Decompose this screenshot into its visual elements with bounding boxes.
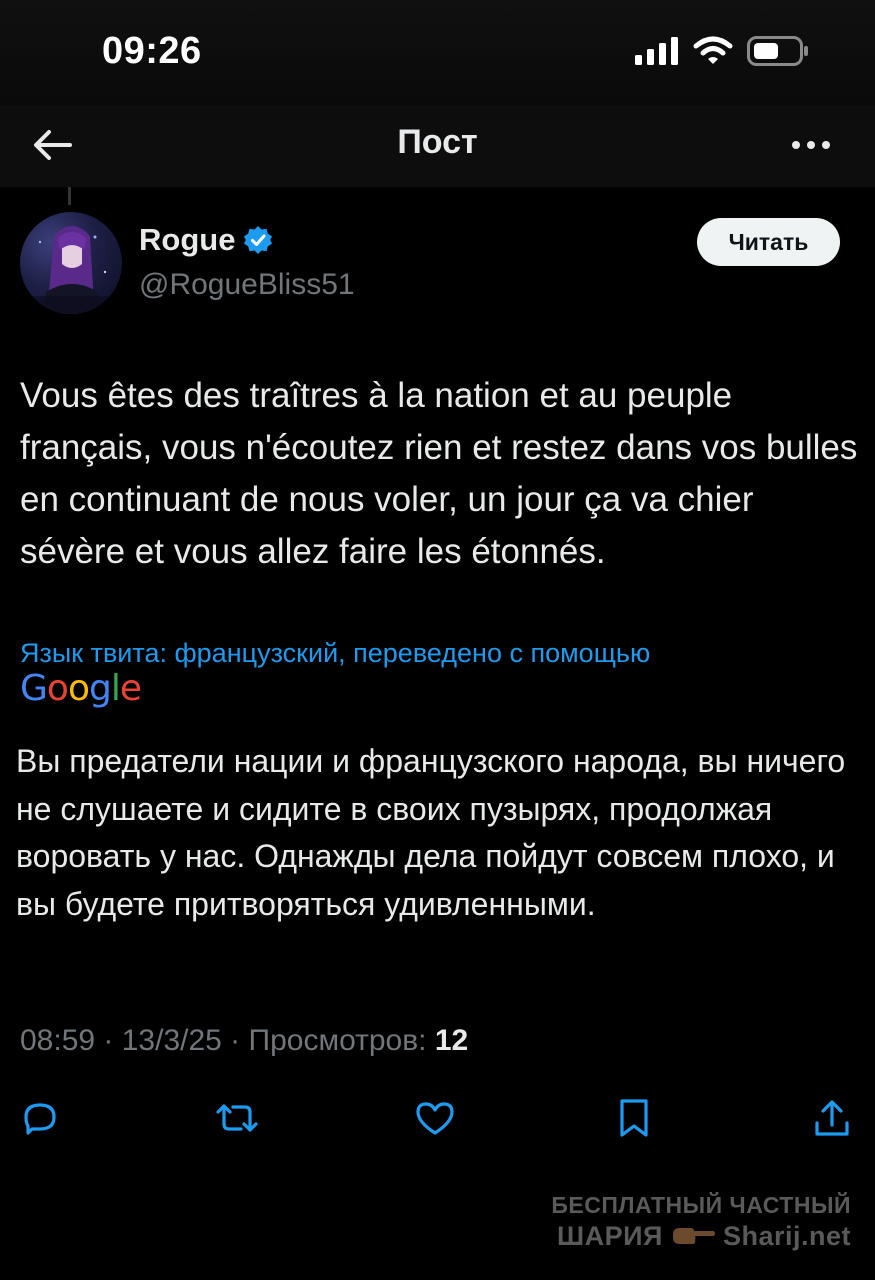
share-icon bbox=[815, 1100, 849, 1136]
like-icon bbox=[416, 1102, 454, 1135]
more-options-button[interactable] bbox=[787, 127, 835, 163]
translation-label[interactable]: Язык твита: французский, переведено с по… bbox=[20, 638, 650, 669]
status-icons bbox=[635, 36, 809, 71]
views-count[interactable]: 12 bbox=[435, 1024, 468, 1057]
google-logo: Google bbox=[20, 668, 142, 709]
translated-text: Вы предатели нации и французского народа… bbox=[16, 743, 846, 922]
wifi-icon bbox=[693, 36, 733, 71]
battery-icon bbox=[747, 36, 809, 71]
signal-icon bbox=[635, 37, 679, 70]
follow-button[interactable]: Читать bbox=[697, 218, 840, 266]
watermark-text-left: ШАРИЯ bbox=[556, 1221, 663, 1251]
views-label: Просмотров: bbox=[248, 1024, 435, 1057]
top-nav-bar: Пост bbox=[0, 105, 875, 187]
verified-badge-icon bbox=[244, 226, 273, 254]
watermark-line1: БЕСПЛАТНЫЙ ЧАСТНЫЙ bbox=[551, 1192, 851, 1218]
retweet-icon bbox=[216, 1104, 258, 1132]
thread-connector-line bbox=[68, 187, 71, 205]
post-text: Vous êtes des traîtres à la nation et au… bbox=[20, 376, 858, 571]
post-meta: 08:59 · 13/3/25 · Просмотров: 12 bbox=[20, 1024, 468, 1058]
pointing-hand-icon bbox=[671, 1222, 715, 1253]
post-time[interactable]: 08:59 bbox=[20, 1024, 95, 1057]
status-time: 09:26 bbox=[102, 30, 202, 72]
post-date[interactable]: 13/3/25 bbox=[122, 1024, 222, 1057]
retweet-button[interactable] bbox=[213, 1094, 261, 1142]
action-bar bbox=[0, 1094, 875, 1144]
like-button[interactable] bbox=[411, 1094, 459, 1142]
avatar[interactable] bbox=[20, 212, 122, 314]
status-bar: 09:26 bbox=[0, 0, 875, 105]
watermark: БЕСПЛАТНЫЙ ЧАСТНЫЙ ШАРИЯ Sharij.net bbox=[551, 1192, 851, 1253]
reply-button[interactable] bbox=[16, 1094, 64, 1142]
more-icon bbox=[792, 141, 830, 149]
watermark-text-right: Sharij.net bbox=[722, 1221, 851, 1251]
watermark-line2: ШАРИЯ Sharij.net bbox=[551, 1221, 851, 1253]
bookmark-icon bbox=[620, 1099, 648, 1137]
display-name-row: Rogue bbox=[139, 222, 273, 258]
meta-separator: · bbox=[95, 1024, 122, 1057]
bookmark-button[interactable] bbox=[610, 1094, 658, 1142]
reply-icon bbox=[24, 1103, 56, 1135]
share-button[interactable] bbox=[808, 1094, 856, 1142]
display-name[interactable]: Rogue bbox=[139, 222, 235, 258]
page-title: Пост bbox=[397, 123, 478, 161]
meta-separator-2: · bbox=[221, 1024, 249, 1057]
handle[interactable]: @RogueBliss51 bbox=[139, 268, 355, 302]
